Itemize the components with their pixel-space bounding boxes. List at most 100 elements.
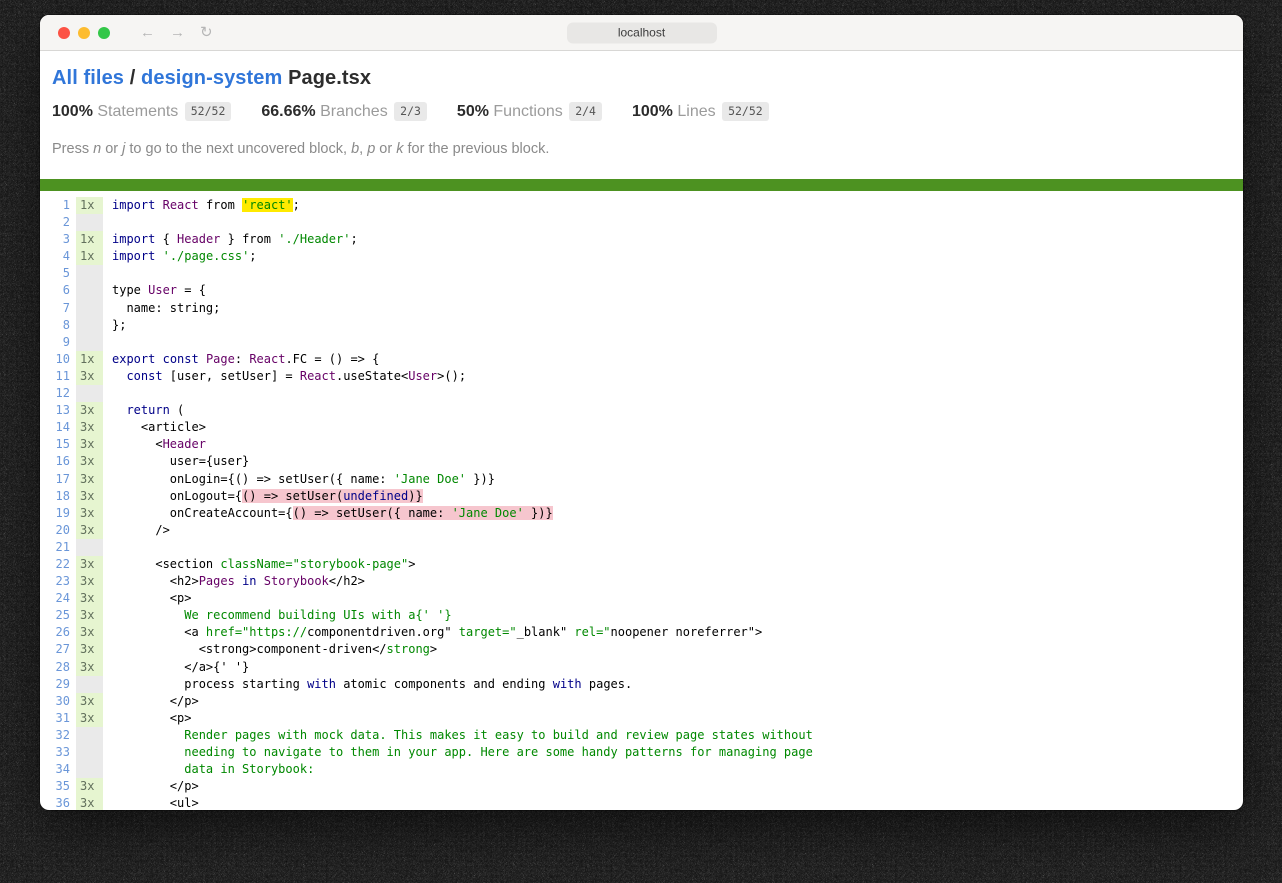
code-token: React — [163, 198, 199, 212]
code-token: import — [112, 198, 155, 212]
forward-icon[interactable]: → — [170, 25, 185, 40]
code-text: <section className="storybook-page"> — [103, 556, 415, 573]
hit-count: 3x — [76, 436, 103, 453]
code-token: with — [553, 677, 582, 691]
code-token: >(); — [437, 369, 466, 383]
code-token: process starting — [112, 677, 307, 691]
hit-count: 1x — [76, 351, 103, 368]
coverage-report-header: All files / design-system Page.tsx 100% … — [40, 51, 1243, 157]
breadcrumb-link[interactable]: All files — [52, 67, 124, 89]
code-token: export — [112, 352, 155, 366]
code-token: noopener noreferrer"> — [611, 625, 763, 639]
code-token: './Header' — [278, 232, 350, 246]
hit-count: 3x — [76, 590, 103, 607]
code-token: 'Jane Doe' — [394, 472, 466, 486]
minimize-button[interactable] — [78, 27, 90, 39]
code-line: 243x <p> — [40, 590, 1243, 607]
code-token — [112, 728, 184, 742]
line-number: 4 — [40, 248, 76, 265]
reload-icon[interactable]: ↻ — [200, 25, 213, 40]
shortcut-key: b — [351, 141, 359, 157]
line-number: 15 — [40, 436, 76, 453]
code-text: <Header — [103, 436, 206, 453]
hit-count: 3x — [76, 522, 103, 539]
code-token: _blank" — [517, 625, 575, 639]
metric-statements: 100% Statements 52/52 — [52, 102, 231, 121]
hint-text: , — [359, 141, 367, 157]
breadcrumb-separator: / — [124, 67, 141, 89]
code-line: 101xexport const Page: React.FC = () => … — [40, 351, 1243, 368]
code-token: React — [300, 369, 336, 383]
close-button[interactable] — [58, 27, 70, 39]
hit-count: 3x — [76, 710, 103, 727]
code-text: data in Storybook: — [103, 761, 314, 778]
code-line: 11ximport React from 'react'; — [40, 197, 1243, 214]
code-token: ; — [350, 232, 357, 246]
code-text: return ( — [103, 402, 184, 419]
code-line: 6type User = { — [40, 282, 1243, 299]
address-bar[interactable]: localhost — [567, 22, 717, 43]
code-line: 303x </p> — [40, 693, 1243, 710]
shortcut-key: n — [93, 141, 101, 157]
code-token: atomic components and ending — [336, 677, 553, 691]
code-token: User — [408, 369, 437, 383]
code-token: const — [126, 369, 162, 383]
source-code-listing: 11ximport React from 'react';231ximport … — [40, 191, 1243, 810]
code-token: rel=" — [574, 625, 610, 639]
hit-count: 3x — [76, 368, 103, 385]
code-token: Render pages with mock data. This makes … — [184, 728, 813, 742]
code-token: in — [242, 574, 256, 588]
code-token: <p> — [112, 711, 191, 725]
code-token: name: string; — [112, 301, 220, 315]
line-number: 24 — [40, 590, 76, 607]
code-token: from — [199, 198, 242, 212]
code-text: needing to navigate to them in your app.… — [103, 744, 813, 761]
hit-count: 3x — [76, 419, 103, 436]
code-line: 363x <ul> — [40, 795, 1243, 810]
metric-lines: 100% Lines 52/52 — [632, 102, 769, 121]
code-text: onLogin={() => setUser({ name: 'Jane Doe… — [103, 471, 495, 488]
line-number: 34 — [40, 761, 76, 778]
line-number: 32 — [40, 727, 76, 744]
hit-count: 3x — [76, 795, 103, 810]
breadcrumb-link[interactable]: design-system — [141, 67, 282, 89]
code-token: User — [148, 283, 177, 297]
code-token: 'Jane Doe' — [452, 506, 524, 520]
code-token — [257, 574, 264, 588]
code-line: 133x return ( — [40, 402, 1243, 419]
back-icon[interactable]: ← — [140, 25, 155, 40]
code-text: /> — [103, 522, 170, 539]
zoom-button[interactable] — [98, 27, 110, 39]
code-token: We recommend building UIs with a{' '} — [184, 608, 451, 622]
line-number: 9 — [40, 334, 76, 351]
code-line: 7 name: string; — [40, 300, 1243, 317]
code-line: 33 needing to navigate to them in your a… — [40, 744, 1243, 761]
code-line: 34 data in Storybook: — [40, 761, 1243, 778]
metric-percentage: 50% — [457, 103, 493, 120]
metric-label: Functions — [493, 103, 567, 120]
hit-count: 3x — [76, 778, 103, 795]
code-token: }; — [112, 318, 126, 332]
hit-count: 3x — [76, 659, 103, 676]
code-token — [112, 369, 126, 383]
code-token: Page — [206, 352, 235, 366]
code-token: href="https:// — [206, 625, 307, 639]
hit-count: 3x — [76, 505, 103, 522]
code-token — [199, 352, 206, 366]
code-token: () => setUser({ name: — [293, 506, 452, 520]
code-line: 223x <section className="storybook-page"… — [40, 556, 1243, 573]
code-token: : — [235, 352, 249, 366]
line-number: 14 — [40, 419, 76, 436]
metric-functions: 50% Functions 2/4 — [457, 102, 602, 121]
code-text: export const Page: React.FC = () => { — [103, 351, 379, 368]
code-line: 41ximport './page.css'; — [40, 248, 1243, 265]
code-line: 143x <article> — [40, 419, 1243, 436]
code-token: })} — [524, 506, 553, 520]
hit-count — [76, 214, 103, 231]
hit-count: 3x — [76, 556, 103, 573]
line-number: 35 — [40, 778, 76, 795]
code-token: import — [112, 232, 155, 246]
metric-label: Lines — [677, 103, 720, 120]
code-token — [112, 762, 184, 776]
code-line: 183x onLogout={() => setUser(undefined)} — [40, 488, 1243, 505]
